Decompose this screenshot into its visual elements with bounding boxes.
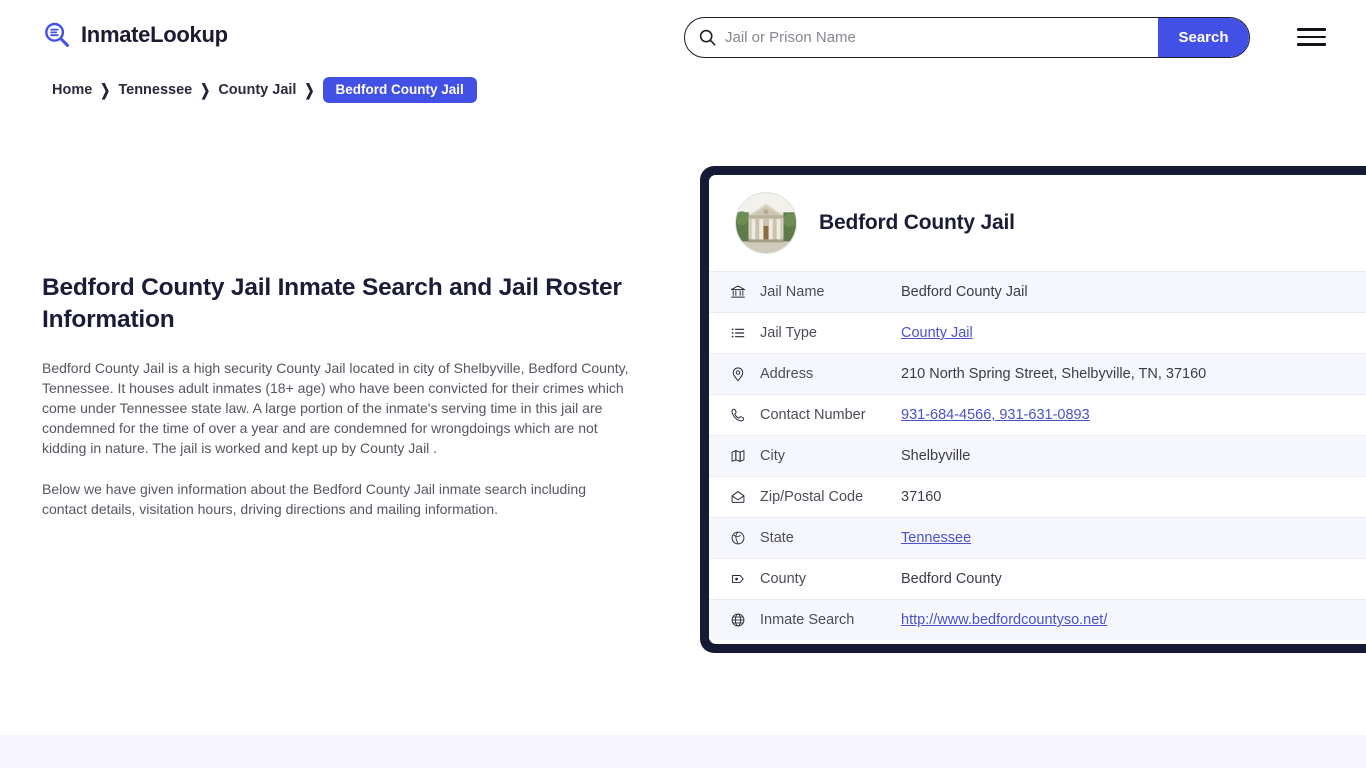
magnifier-list-icon: [42, 20, 72, 50]
row-value: Bedford County: [901, 571, 1002, 587]
county-pin-icon: [727, 571, 749, 587]
row-label: Address: [760, 366, 814, 382]
breadcrumb-item-bedford-county-jail: Bedford County Jail: [322, 77, 477, 103]
row-value[interactable]: 931-684-4566, 931-631-0893: [901, 407, 1090, 423]
jail-info-card-inner: Bedford County Jail Jail Name Bedford Cou…: [709, 175, 1366, 644]
article-column: Bedford County Jail Inmate Search and Ja…: [42, 272, 634, 519]
table-row: County Bedford County: [709, 558, 1366, 599]
breadcrumb-separator-icon: ❯: [304, 80, 315, 100]
row-value-link[interactable]: 931-684-4566, 931-631-0893: [901, 407, 1090, 423]
footer-band: [0, 735, 1366, 768]
breadcrumb-item-county-jail[interactable]: County Jail: [218, 82, 296, 98]
logo-text: InmateLookup: [81, 22, 228, 47]
row-label: Jail Name: [760, 284, 825, 300]
row-label: County: [760, 571, 806, 587]
intro-paragraph-1: Bedford County Jail is a high security C…: [42, 360, 629, 456]
table-row: Address 210 North Spring Street, Shelbyvi…: [709, 353, 1366, 394]
table-row: State Tennessee: [709, 517, 1366, 558]
hamburger-bar: [1297, 35, 1326, 39]
table-row: City Shelbyville: [709, 435, 1366, 476]
breadcrumb-item-tennessee[interactable]: Tennessee: [118, 82, 192, 98]
row-label: State: [760, 530, 794, 546]
bank-icon: [727, 284, 749, 300]
intro-paragraph-2: Below we have given information about th…: [42, 481, 586, 517]
search-bar[interactable]: Search: [684, 17, 1250, 58]
search-button[interactable]: Search: [1158, 18, 1249, 57]
page-title: Bedford County Jail Inmate Search and Ja…: [42, 274, 622, 333]
row-label: Zip/Postal Code: [760, 489, 864, 505]
breadcrumb-item-home[interactable]: Home: [52, 82, 92, 98]
courthouse-photo: [735, 192, 797, 254]
jail-info-card: Bedford County Jail Jail Name Bedford Cou…: [700, 166, 1366, 653]
hamburger-bar: [1297, 28, 1326, 31]
breadcrumb-separator-icon: ❯: [200, 80, 211, 100]
site-header: InmateLookup Search: [0, 0, 1366, 74]
table-row: Contact Number 931-684-4566, 931-631-0893: [709, 394, 1366, 435]
row-value: 37160: [901, 489, 942, 505]
row-value: Shelbyville: [901, 448, 971, 464]
map-icon: [727, 448, 749, 464]
breadcrumb-separator-icon: ❯: [100, 80, 111, 100]
site-logo[interactable]: InmateLookup: [42, 20, 228, 50]
globe-icon: [727, 530, 749, 546]
row-label: Jail Type: [760, 325, 817, 341]
row-value-link[interactable]: Tennessee: [901, 530, 971, 546]
row-value[interactable]: County Jail: [901, 325, 973, 341]
row-value: Bedford County Jail: [901, 284, 1028, 300]
envelope-icon: [727, 489, 749, 505]
jail-info-card-header: Bedford County Jail: [709, 175, 1366, 271]
row-value-link[interactable]: County Jail: [901, 325, 973, 341]
table-row: Jail Type County Jail: [709, 312, 1366, 353]
map-pin-icon: [727, 366, 749, 382]
web-globe-icon: [727, 612, 749, 628]
row-label: Contact Number: [760, 407, 866, 423]
table-row: Inmate Search http://www.bedfordcountyso.…: [709, 599, 1366, 640]
breadcrumb: Home ❯ Tennessee ❯ County Jail ❯ Bedford Count…: [52, 77, 477, 103]
row-value-link[interactable]: http://www.bedfordcountyso.net/: [901, 612, 1107, 628]
list-icon: [727, 325, 749, 341]
row-value[interactable]: Tennessee: [901, 530, 971, 546]
row-label: City: [760, 448, 785, 464]
row-value[interactable]: http://www.bedfordcountyso.net/: [901, 612, 1107, 628]
table-row: Jail Name Bedford County Jail: [709, 271, 1366, 312]
search-icon: [699, 29, 716, 46]
hamburger-menu-icon[interactable]: [1297, 26, 1327, 48]
jail-card-title: Bedford County Jail: [819, 211, 1015, 234]
row-value: 210 North Spring Street, Shelbyville, TN…: [901, 366, 1207, 382]
table-row: Zip/Postal Code 37160: [709, 476, 1366, 517]
row-label: Inmate Search: [760, 612, 855, 628]
hamburger-bar: [1297, 43, 1326, 46]
phone-icon: [727, 407, 749, 423]
jail-details-table: Jail Name Bedford County Jail Jail Type Cou…: [709, 271, 1366, 640]
search-input[interactable]: [725, 29, 1158, 46]
